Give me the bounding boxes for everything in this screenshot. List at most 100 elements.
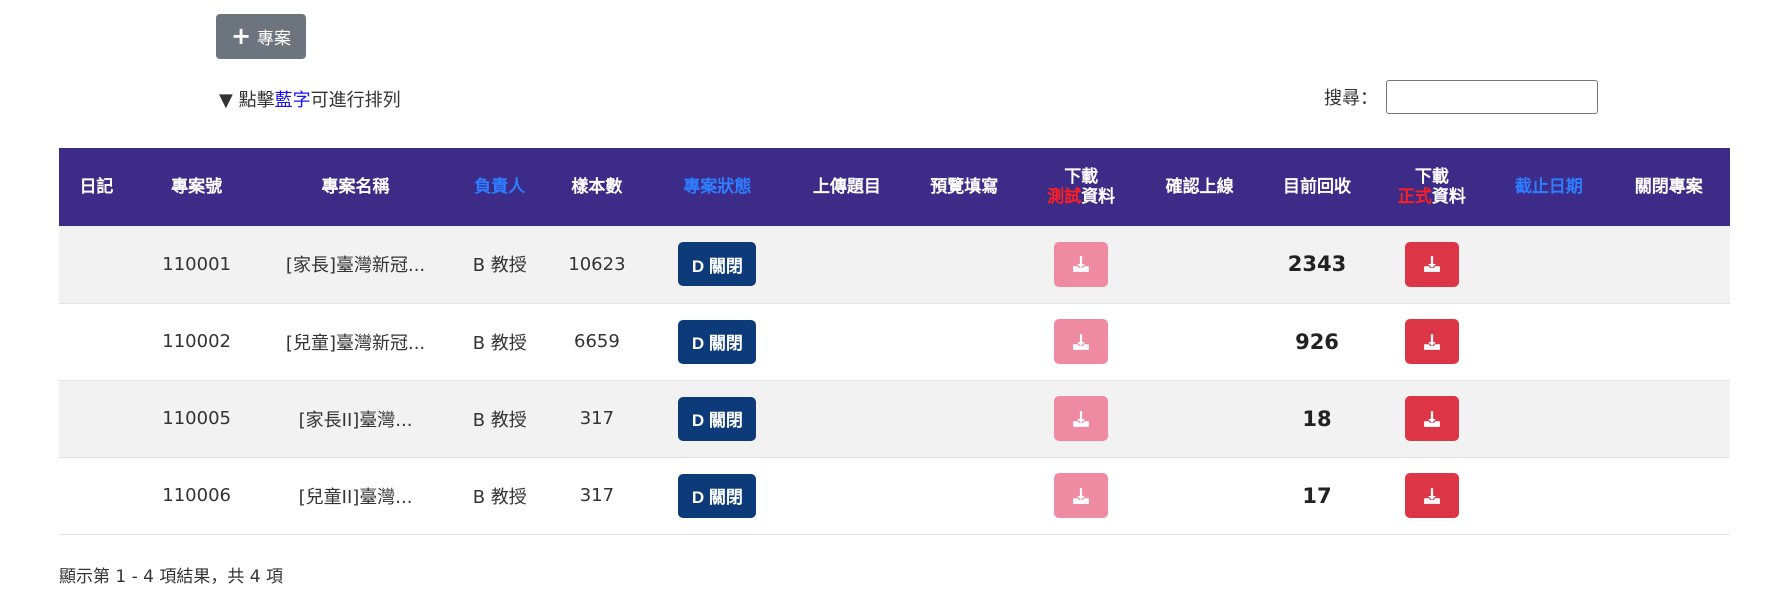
header-returns: 目前回收 — [1283, 177, 1351, 197]
download-test-cell — [1024, 380, 1139, 457]
table-row: 110002 [兒童]臺灣新冠... B 教授 6659 D 關閉 926 — [59, 303, 1730, 380]
plus-icon: + — [230, 21, 252, 50]
samples-cell: 10623 — [568, 253, 626, 275]
diary-cell — [59, 226, 134, 303]
download-icon — [1073, 410, 1090, 427]
upload-cell — [789, 380, 905, 457]
project-no-cell: 110006 — [162, 485, 231, 506]
returns-cell: 17 — [1302, 483, 1332, 508]
download-formal-button[interactable] — [1404, 241, 1459, 287]
download-formal-button[interactable] — [1404, 473, 1459, 518]
download-formal-cell — [1374, 226, 1490, 303]
table-row: 110006 [兒童II]臺灣... B 教授 317 D 關閉 17 — [59, 457, 1730, 534]
header-download-formal-red: 正式 — [1397, 187, 1432, 207]
download-test-cell — [1024, 303, 1139, 380]
header-preview: 預覽填寫 — [930, 177, 999, 197]
preview-cell — [905, 380, 1023, 457]
header-upload: 上傳題目 — [812, 177, 881, 197]
confirm-cell — [1139, 457, 1260, 534]
deadline-cell — [1490, 380, 1607, 457]
diary-cell — [59, 457, 134, 534]
project-no-cell: 110002 — [162, 331, 231, 352]
samples-cell: 317 — [579, 408, 615, 429]
header-close: 關閉專案 — [1634, 177, 1703, 197]
download-test-button[interactable] — [1054, 396, 1109, 441]
download-icon — [1073, 256, 1090, 273]
download-icon — [1073, 487, 1090, 504]
header-download-test-red: 測試 — [1047, 187, 1082, 207]
status-cell: D 關閉 — [646, 226, 789, 303]
status-cell: D 關閉 — [646, 303, 789, 380]
download-icon — [1423, 333, 1440, 350]
diary-cell — [59, 380, 134, 457]
upload-cell — [789, 226, 905, 303]
deadline-cell — [1490, 457, 1607, 534]
header-download-formal: 下載 正式資料 — [1374, 148, 1490, 226]
status-button[interactable]: D 關閉 — [678, 473, 757, 518]
header-download-test-line1: 下載 — [1064, 167, 1099, 187]
header-confirm: 確認上線 — [1165, 177, 1234, 197]
download-icon — [1423, 487, 1440, 504]
header-download-test-line2: 測試資料 — [1024, 187, 1139, 207]
preview-cell — [905, 457, 1023, 534]
returns-cell: 926 — [1295, 329, 1339, 354]
preview-cell — [905, 226, 1023, 303]
download-formal-button[interactable] — [1404, 396, 1459, 441]
close-cell — [1607, 380, 1730, 457]
search-label: 搜尋： — [1324, 88, 1378, 109]
download-formal-cell — [1374, 380, 1490, 457]
header-project-no: 專案號 — [171, 177, 223, 197]
download-test-cell — [1024, 457, 1139, 534]
sort-hint-suffix: 可進行排列 — [310, 90, 401, 111]
upload-cell — [789, 303, 905, 380]
download-test-button[interactable] — [1054, 241, 1109, 287]
header-owner-sort[interactable]: 負責人 — [452, 148, 548, 226]
table-summary: 顯示第 1 - 4 項結果，共 4 項 — [59, 567, 284, 587]
header-status-sort[interactable]: 專案狀態 — [646, 148, 789, 226]
download-test-button[interactable] — [1054, 319, 1109, 364]
sort-hint: ▼ 點擊藍字可進行排列 — [219, 86, 401, 112]
confirm-cell — [1139, 303, 1260, 380]
search-input[interactable] — [1386, 80, 1598, 114]
header-deadline-sort[interactable]: 截止日期 — [1490, 148, 1607, 226]
table-header-row: 日記 專案號 專案名稱 負責人 樣本數 專案狀態 上傳題目 預覽填寫 下載 測試… — [59, 148, 1730, 226]
samples-cell: 317 — [579, 485, 615, 506]
status-button[interactable]: D 關閉 — [678, 242, 757, 287]
owner-cell: B 教授 — [472, 486, 527, 508]
upload-cell — [789, 457, 905, 534]
samples-cell: 6659 — [574, 331, 620, 352]
download-formal-button[interactable] — [1404, 319, 1459, 364]
owner-cell: B 教授 — [472, 332, 527, 354]
download-test-button[interactable] — [1054, 473, 1109, 518]
download-icon — [1423, 410, 1440, 427]
diary-cell — [59, 303, 134, 380]
status-button[interactable]: D 關閉 — [678, 396, 757, 441]
download-formal-cell — [1374, 303, 1490, 380]
project-name-cell: [兒童]臺灣新冠... — [285, 332, 426, 354]
deadline-cell — [1490, 226, 1607, 303]
close-cell — [1607, 303, 1730, 380]
projects-table: 日記 專案號 專案名稱 負責人 樣本數 專案狀態 上傳題目 預覽填寫 下載 測試… — [59, 148, 1730, 535]
close-cell — [1607, 457, 1730, 534]
download-formal-cell — [1374, 457, 1490, 534]
header-download-test: 下載 測試資料 — [1024, 148, 1139, 226]
download-icon — [1073, 333, 1090, 350]
returns-cell: 18 — [1302, 406, 1332, 431]
add-project-label: 專案 — [257, 29, 292, 49]
status-button[interactable]: D 關閉 — [678, 319, 757, 364]
preview-cell — [905, 303, 1023, 380]
header-download-formal-line2: 正式資料 — [1374, 187, 1490, 207]
download-test-cell — [1024, 226, 1139, 303]
owner-cell: B 教授 — [472, 255, 527, 277]
project-no-cell: 110005 — [162, 408, 231, 429]
add-project-button[interactable]: + 專案 — [216, 14, 306, 59]
header-download-test-rest: 資料 — [1081, 187, 1116, 207]
table-row: 110005 [家長II]臺灣... B 教授 317 D 關閉 18 — [59, 380, 1730, 457]
deadline-cell — [1490, 303, 1607, 380]
project-no-cell: 110001 — [162, 253, 231, 275]
header-diary: 日記 — [79, 177, 114, 197]
confirm-cell — [1139, 226, 1260, 303]
header-download-formal-line1: 下載 — [1414, 167, 1449, 187]
sort-hint-highlight: 藍字 — [274, 90, 311, 111]
project-name-cell: [兒童II]臺灣... — [298, 486, 413, 508]
